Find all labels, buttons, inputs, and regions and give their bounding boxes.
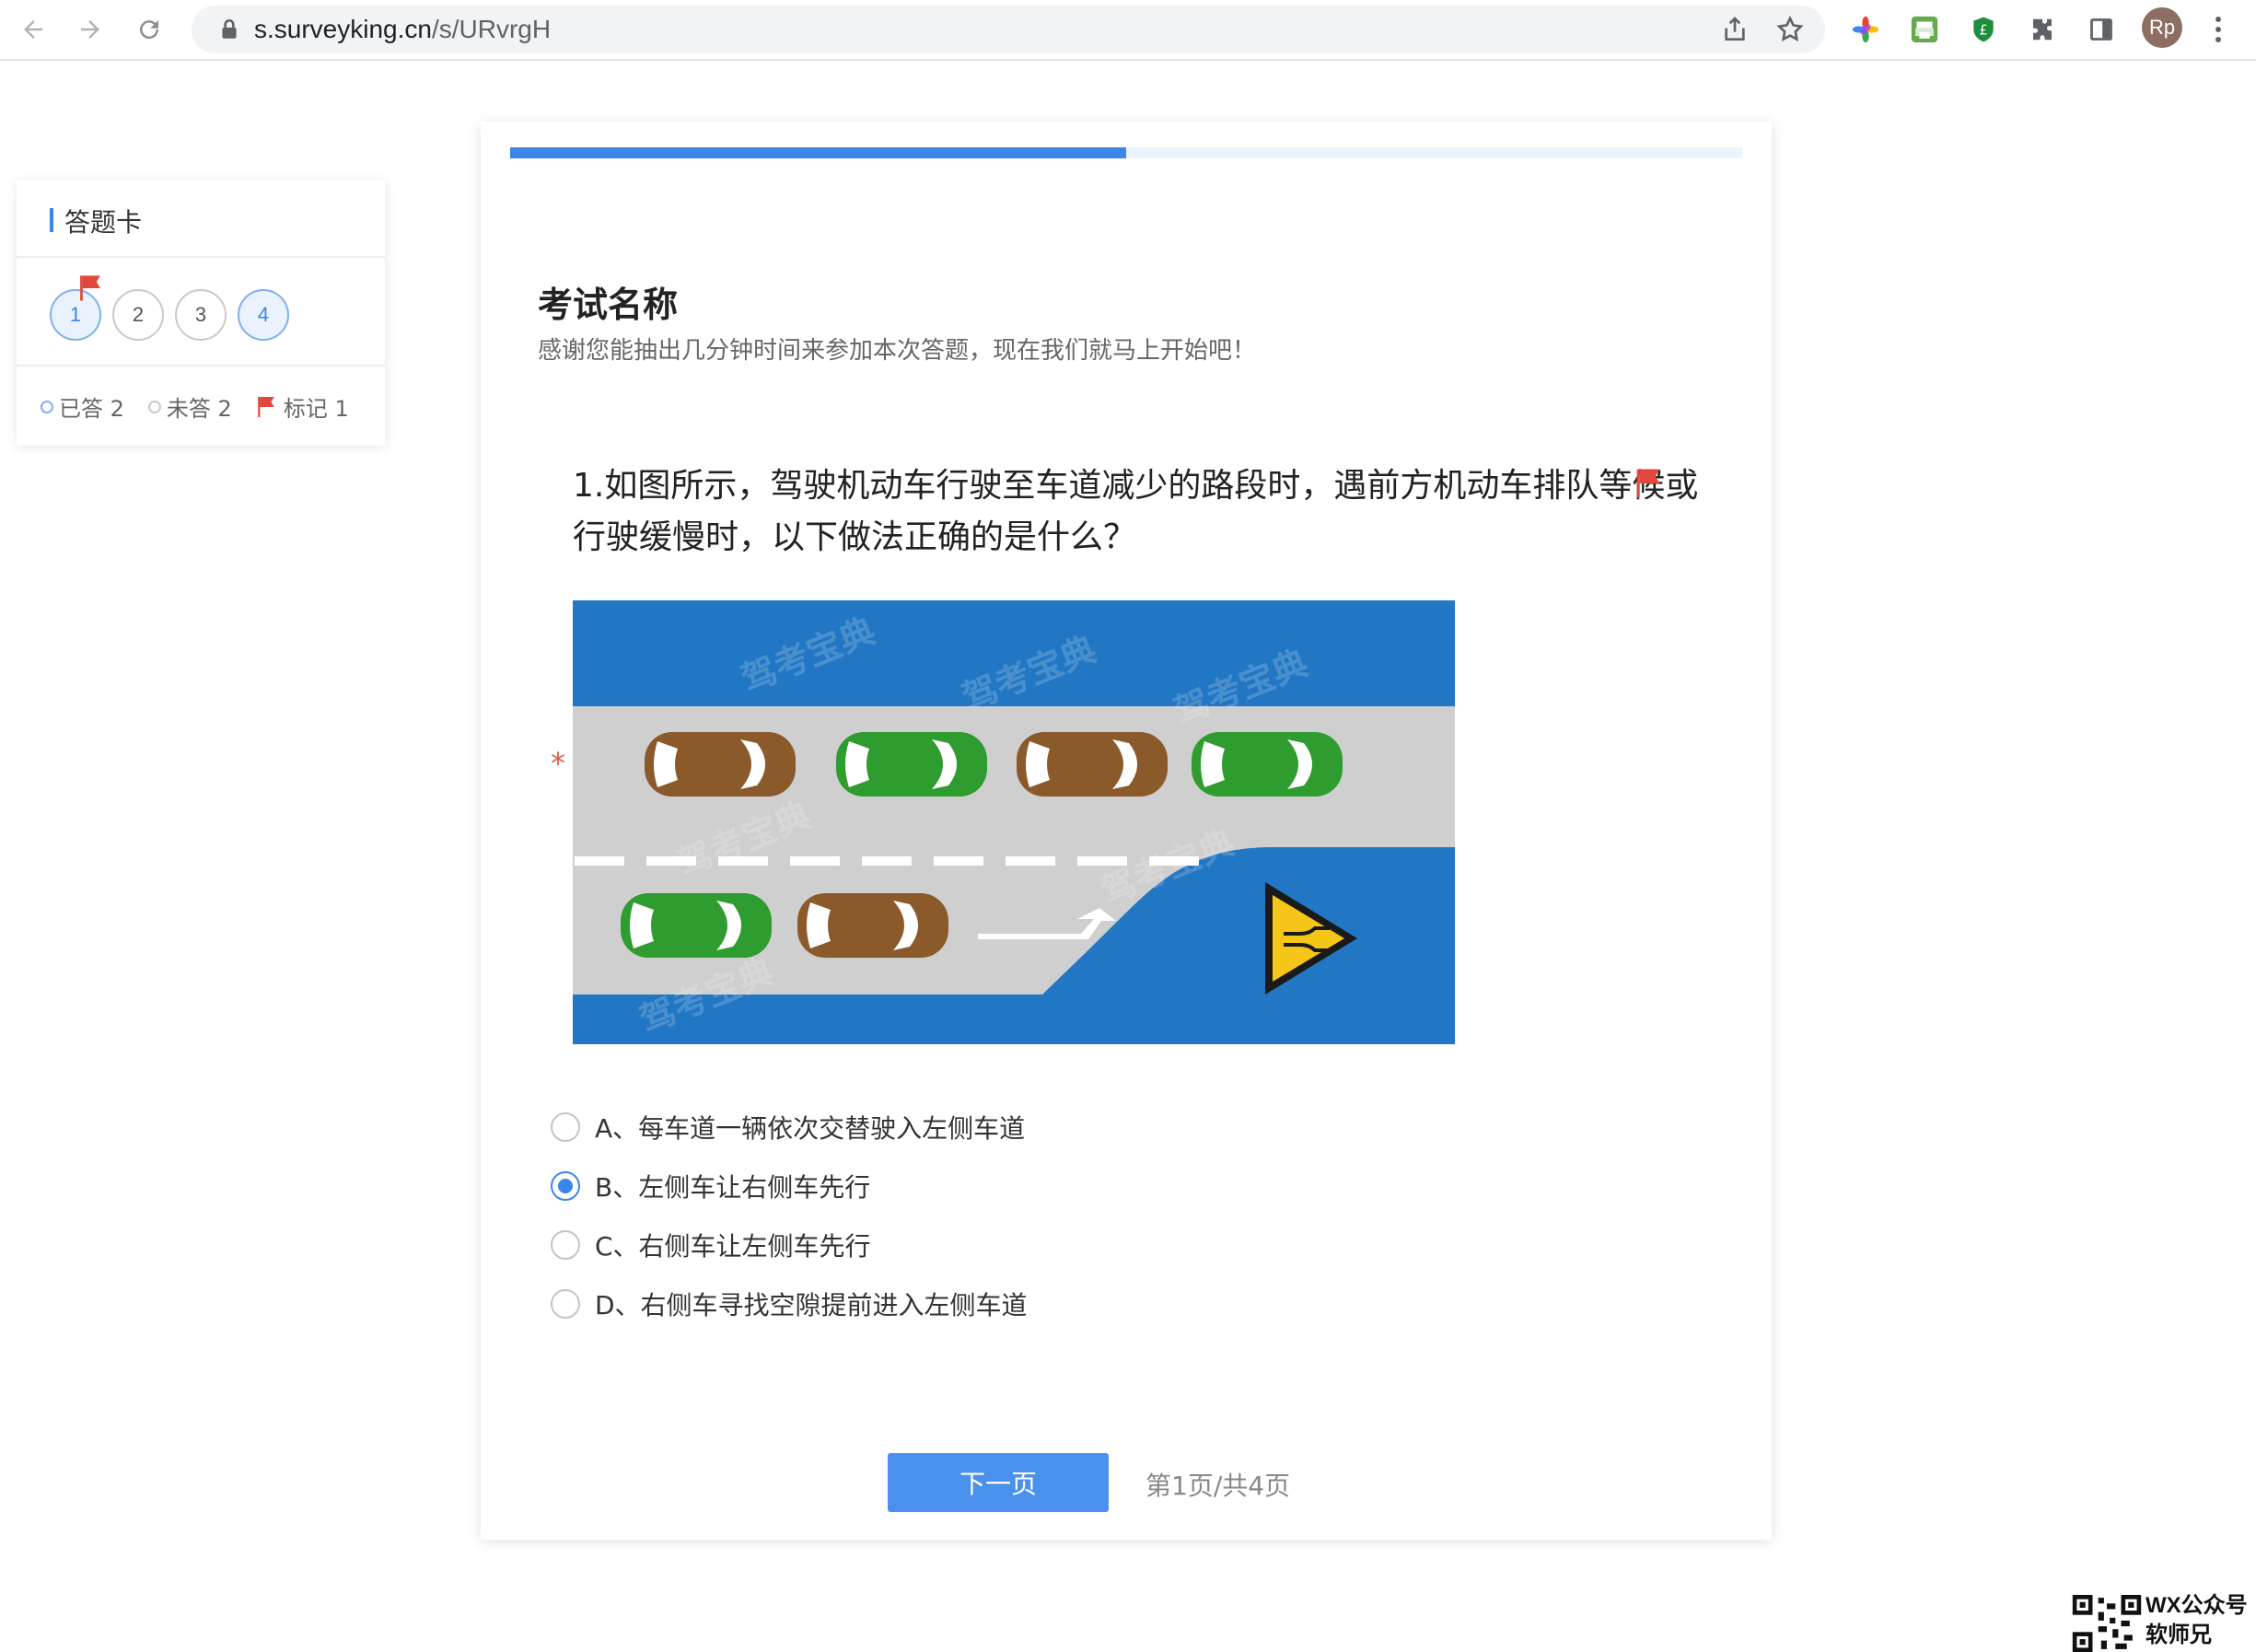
star-icon[interactable]	[1775, 15, 1805, 44]
flag-icon	[80, 275, 100, 301]
extension-shield-icon[interactable]: £	[1965, 11, 2002, 48]
progress-fill	[510, 147, 1126, 158]
lock-icon[interactable]	[217, 17, 241, 41]
qr-code-icon	[2072, 1595, 2142, 1652]
sidepanel-icon[interactable]	[2083, 11, 2120, 48]
reload-icon[interactable]	[129, 9, 169, 50]
divider	[17, 365, 385, 366]
car-brown	[797, 893, 948, 958]
corner-watermark: WX公众号 软师兄	[2146, 1591, 2248, 1650]
puzzle-icon[interactable]	[2024, 11, 2061, 48]
more-vertical-icon[interactable]	[2204, 9, 2232, 50]
car-green	[621, 893, 772, 958]
option-b[interactable]: B、左侧车让右侧车先行	[551, 1168, 870, 1204]
option-b-label: B、左侧车让右侧车先行	[595, 1172, 871, 1203]
extension-printer-icon[interactable]	[1906, 11, 1943, 48]
option-c-label: C、右侧车让左侧车先行	[595, 1231, 871, 1262]
answer-card: 答题卡 1 2 3 4 已答 2 未答 2 标记 1	[17, 180, 385, 446]
profile-avatar[interactable]: Rp	[2142, 7, 2182, 48]
legend-answered: 已答 2	[41, 390, 124, 423]
url-path: /s/URvrgH	[431, 15, 552, 43]
title-accent-bar	[50, 208, 53, 232]
share-icon[interactable]	[1720, 15, 1750, 44]
back-arrow-icon[interactable]	[13, 9, 53, 50]
unanswered-dot-icon	[147, 400, 161, 413]
mark-flag-icon[interactable]	[1632, 468, 1665, 499]
progress-bar	[510, 147, 1742, 158]
legend-marked-text: 标记 1	[283, 396, 349, 422]
required-asterisk: *	[551, 746, 565, 781]
radio-a[interactable]	[551, 1112, 580, 1142]
page-indicator: 第1页/共4页	[1145, 1471, 1291, 1501]
forward-arrow-icon[interactable]	[70, 9, 110, 50]
exam-paper: 考试名称 感谢您能抽出几分钟时间来参加本次答题，现在我们就马上开始吧！ 1.如图…	[481, 122, 1772, 1540]
option-c[interactable]: C、右侧车让左侧车先行	[551, 1227, 871, 1263]
answer-legend: 已答 2 未答 2 标记 1	[41, 390, 373, 423]
question-image: 驾考宝典 驾考宝典 驾考宝典 驾考宝典 驾考宝典 驾考宝典	[573, 600, 1455, 1044]
answered-dot-icon	[41, 400, 53, 413]
address-bar[interactable]: s.surveyking.cn/s/URvrgH	[192, 6, 1825, 53]
url-host: s.surveyking.cn	[254, 15, 432, 43]
exam-description: 感谢您能抽出几分钟时间来参加本次答题，现在我们就马上开始吧！	[538, 337, 1257, 365]
radio-b[interactable]	[551, 1171, 580, 1201]
flag-icon	[258, 396, 274, 417]
option-a[interactable]: A、每车道一辆依次交替驶入左侧车道	[551, 1109, 1025, 1146]
answer-card-header: 答题卡	[17, 180, 385, 258]
question-number-4[interactable]: 4	[238, 289, 289, 341]
legend-marked: 标记 1	[256, 390, 349, 423]
option-d[interactable]: D、右侧车寻找空隙提前进入左侧车道	[551, 1286, 1028, 1322]
car-green	[836, 732, 987, 797]
car-brown	[1017, 732, 1168, 797]
next-page-button[interactable]: 下一页	[888, 1453, 1109, 1512]
question-number-3[interactable]: 3	[175, 289, 227, 341]
watermark-line-1: WX公众号	[2146, 1593, 2248, 1618]
question-number-2[interactable]: 2	[112, 289, 164, 341]
answer-card-title: 答题卡	[64, 207, 143, 238]
exam-title: 考试名称	[538, 285, 679, 325]
question-text: 1.如图所示，驾驶机动车行驶至车道减少的路段时，遇前方机动车排队等候或行驶缓慢时…	[573, 467, 1699, 556]
watermark-line-2: 软师兄	[2146, 1623, 2212, 1647]
lane-divider	[575, 856, 1199, 866]
option-a-label: A、每车道一辆依次交替驶入左侧车道	[595, 1113, 1026, 1144]
radio-c[interactable]	[551, 1230, 580, 1260]
legend-answered-text: 已答 2	[59, 396, 124, 422]
car-brown	[645, 732, 796, 797]
svg-text:£: £	[1979, 22, 1987, 38]
option-d-label: D、右侧车寻找空隙提前进入左侧车道	[595, 1290, 1028, 1320]
avatar-initials: Rp	[2148, 16, 2176, 39]
radio-d[interactable]	[551, 1289, 580, 1319]
url-text[interactable]: s.surveyking.cn/s/URvrgH	[254, 15, 551, 44]
car-green	[1192, 732, 1343, 797]
extension-pinwheel-icon[interactable]	[1847, 11, 1884, 48]
browser-toolbar: s.surveyking.cn/s/URvrgH £ Rp	[0, 0, 2256, 61]
legend-unanswered: 未答 2	[147, 390, 232, 423]
legend-unanswered-text: 未答 2	[166, 396, 232, 422]
